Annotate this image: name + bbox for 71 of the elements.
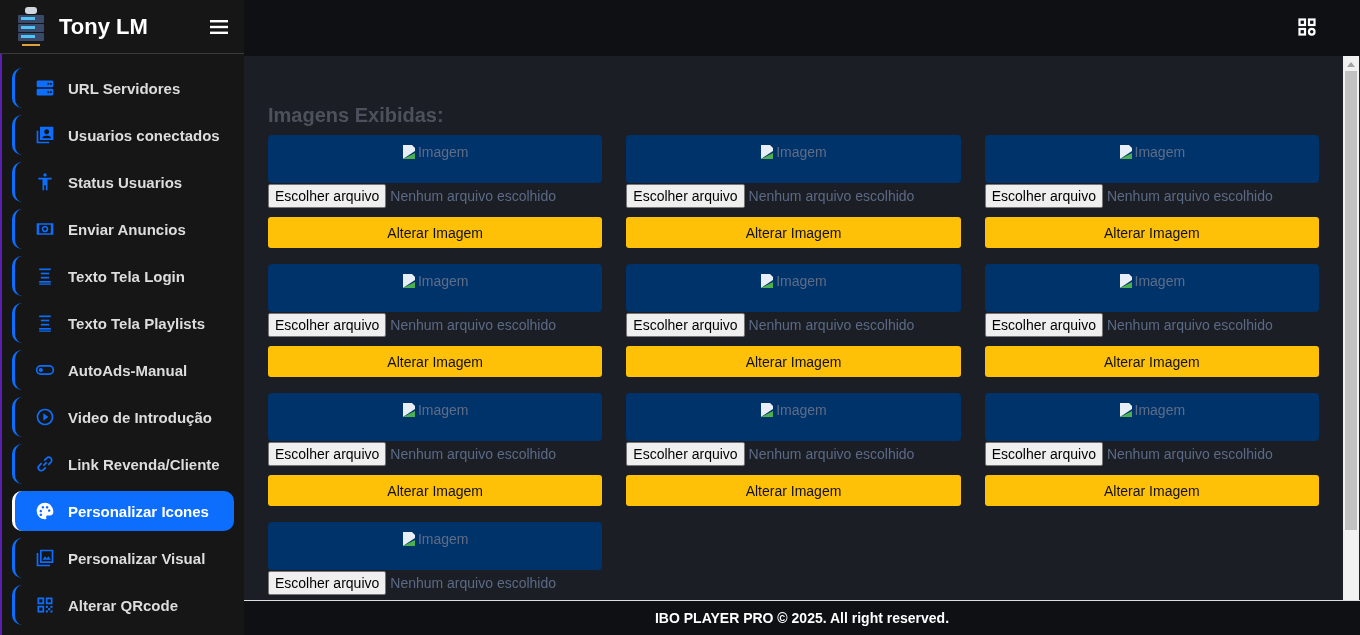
change-image-button[interactable]: Alterar Imagem [984,346,1319,377]
sidebar-item[interactable]: URL Servidores [12,68,234,108]
choose-file-button[interactable]: Escolher arquivo [626,313,745,337]
sidebar-item[interactable]: AutoAds-Manual [12,350,234,390]
file-status: Nenhum arquivo escolhido [390,188,557,204]
qr-icon [35,595,55,615]
image-alt-text: Imagem [1134,402,1186,418]
file-status: Nenhum arquivo escolhido [1106,188,1273,204]
file-status: Nenhum arquivo escolhido [390,575,557,591]
sidebar-item[interactable]: Alterar QRcode [12,585,234,625]
broken-image-icon [1118,273,1135,289]
server-icon [35,78,55,98]
file-status: Nenhum arquivo escolhido [748,317,915,333]
choose-file-button[interactable]: Escolher arquivo [268,184,387,208]
file-status: Nenhum arquivo escolhido [748,446,915,462]
menu-icon[interactable] [210,19,228,34]
file-status: Nenhum arquivo escolhido [1106,446,1273,462]
change-image-button[interactable]: Alterar Imagem [984,217,1319,248]
broken-image-icon [1118,402,1135,418]
apps-icon[interactable] [1298,18,1316,36]
choose-file-button[interactable]: Escolher arquivo [984,313,1103,337]
image-alt-text: Imagem [417,402,469,418]
broken-image-icon [401,531,418,547]
image-alt-text: Imagem [1134,273,1186,289]
change-image-button[interactable]: Alterar Imagem [268,346,603,377]
change-image-button[interactable]: Alterar Imagem [268,475,603,506]
change-image-button[interactable]: Alterar Imagem [626,346,961,377]
choose-file-button[interactable]: Escolher arquivo [984,442,1103,466]
choose-file-button[interactable]: Escolher arquivo [626,442,745,466]
scrollbar[interactable] [1343,56,1359,600]
photos-icon [35,548,55,568]
broken-image-icon [401,402,418,418]
contacts-icon [35,125,55,145]
image-alt-text: Imagem [417,531,469,547]
footer-text: IBO PLAYER PRO © 2025. All right reserved. [654,610,950,626]
file-status: Nenhum arquivo escolhido [748,188,915,204]
sidebar-item[interactable]: Usuarios conectados [12,115,234,155]
image-alt-text: Imagem [417,273,469,289]
change-image-button[interactable]: Alterar Imagem [268,217,603,248]
image-alt-text: Imagem [776,144,827,160]
broken-image-icon [401,273,418,289]
image-alt-text: Imagem [417,144,469,160]
link-icon [35,454,55,474]
file-status: Nenhum arquivo escolhido [390,317,557,333]
choose-file-button[interactable]: Escolher arquivo [268,571,387,595]
brand-title: Tony LM [59,13,149,40]
sidebar-item[interactable]: Personalizar Icones [12,491,234,531]
change-image-button[interactable]: Alterar Imagem [626,475,961,506]
broken-image-icon [401,144,418,160]
sidebar-item[interactable]: Status Usuarios [12,162,234,202]
broken-image-icon [1118,144,1135,160]
sidebar-item[interactable]: Personalizar Visual [12,538,234,578]
play-icon [35,407,55,427]
choose-file-button[interactable]: Escolher arquivo [268,442,387,466]
change-image-button[interactable]: Alterar Imagem [984,475,1319,506]
image-alt-text: Imagem [776,273,827,289]
image-alt-text: Imagem [776,402,827,418]
image-alt-text: Imagem [1134,144,1186,160]
sidebar-item[interactable]: Texto Tela Playlists [12,303,234,343]
sidebar-item[interactable]: Enviar Anuncios [12,209,234,249]
sidebar-item[interactable]: Texto Tela Login [12,256,234,296]
file-status: Nenhum arquivo escolhido [390,446,557,462]
palette-icon [35,501,55,521]
change-image-button[interactable]: Alterar Imagem [626,217,961,248]
choose-file-button[interactable]: Escolher arquivo [626,184,745,208]
file-status: Nenhum arquivo escolhido [1106,317,1273,333]
choose-file-button[interactable]: Escolher arquivo [268,313,387,337]
person-icon [35,172,55,192]
sidebar-item[interactable]: Link Revenda/Cliente [12,444,234,484]
sidebar-item[interactable]: Video de Introdução [12,397,234,437]
choose-file-button[interactable]: Escolher arquivo [984,184,1103,208]
